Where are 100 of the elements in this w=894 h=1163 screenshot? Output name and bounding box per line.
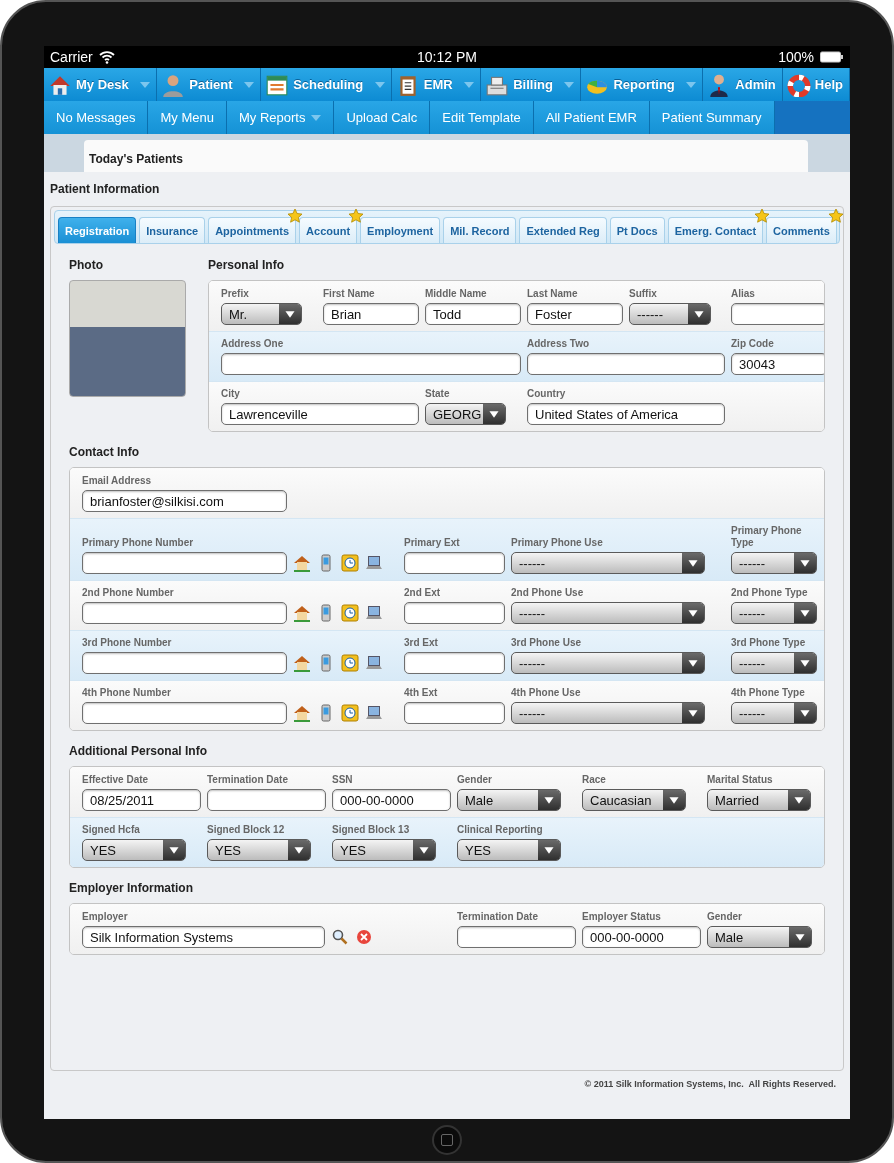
field-label: 2nd Phone Type	[731, 587, 809, 599]
input-field[interactable]: 08/25/2011	[82, 789, 201, 811]
clock-icon	[341, 554, 359, 572]
input-field[interactable]	[527, 353, 725, 375]
wifi-icon	[98, 49, 115, 65]
dropdown[interactable]: Male	[457, 789, 561, 811]
tab[interactable]: Emerg. Contact	[667, 217, 764, 243]
caret-icon	[663, 790, 685, 810]
lifebuoy-icon	[786, 72, 811, 97]
dropdown[interactable]: ------	[731, 652, 817, 674]
input-field[interactable]: Foster	[527, 303, 623, 325]
input-field[interactable]	[82, 552, 287, 574]
section-title: Personal Info	[208, 258, 285, 272]
dropdown[interactable]: Mr.	[221, 303, 302, 325]
dropdown[interactable]: ------	[511, 602, 705, 624]
field-label: 2nd Phone Number	[82, 587, 175, 599]
input-field[interactable]: 000-00-0000	[582, 926, 701, 948]
input-field[interactable]	[82, 652, 287, 674]
tab[interactable]: Extended Reg	[519, 217, 607, 243]
field-label: Termination Date	[457, 911, 539, 923]
input-field[interactable]: brianfoster@silkisi.com	[82, 490, 287, 512]
input-field[interactable]	[207, 789, 326, 811]
caret-icon	[163, 840, 185, 860]
input-field[interactable]	[82, 602, 287, 624]
input-field[interactable]: 000-00-0000	[332, 789, 451, 811]
menu-label: Billing	[513, 77, 554, 92]
caret-icon	[788, 790, 810, 810]
dropdown[interactable]: ------	[511, 702, 705, 724]
dropdown[interactable]: ------	[731, 702, 817, 724]
tab[interactable]: Account	[299, 217, 358, 243]
input-field[interactable]: Brian	[323, 303, 419, 325]
tab[interactable]: Comments	[766, 217, 837, 243]
clock-time: 10:12 PM	[417, 49, 477, 65]
caret-icon	[682, 703, 704, 723]
menu-label: My Desk	[76, 77, 130, 92]
field-label: Employer Status	[582, 911, 662, 923]
dropdown[interactable]: YES	[332, 839, 436, 861]
caret-icon	[140, 81, 151, 88]
dropdown[interactable]: ------	[511, 552, 705, 574]
field-label: Country	[527, 388, 567, 400]
dropdown[interactable]: Male	[707, 926, 812, 948]
dropdown[interactable]: Caucasian	[582, 789, 686, 811]
field-label: Zip Code	[731, 338, 775, 350]
section-title: Employer Information	[69, 881, 194, 895]
laptop-icon	[365, 704, 383, 722]
dropdown[interactable]: Married	[707, 789, 811, 811]
input-field[interactable]: United States of America	[527, 403, 725, 425]
field-label: Primary Ext	[404, 537, 461, 549]
menu-label: Patient	[189, 77, 234, 92]
copyright-text: © 2011 Silk Information Systems, Inc. All Rights Reserved.	[583, 1078, 837, 1089]
caret-icon	[374, 81, 385, 88]
input-field[interactable]	[457, 926, 576, 948]
tab[interactable]: Insurance	[139, 217, 206, 243]
menu-label: Help	[814, 77, 843, 92]
todays-patients-tab[interactable]: Today's Patients	[84, 140, 808, 172]
tab[interactable]: Mil. Record	[443, 217, 517, 243]
field-label: 4th Phone Type	[731, 687, 806, 699]
input-field[interactable]	[731, 303, 824, 325]
carrier-label: Carrier	[50, 49, 93, 65]
house-icon	[293, 654, 311, 672]
field-label: 4th Phone Number	[82, 687, 172, 699]
home-button[interactable]	[432, 1125, 462, 1155]
input-field[interactable]	[221, 353, 521, 375]
tab[interactable]: Pt Docs	[609, 217, 665, 243]
dropdown[interactable]: YES	[207, 839, 311, 861]
field-label: 4th Phone Use	[511, 687, 582, 699]
field-label: Last Name	[527, 288, 579, 300]
input-field[interactable]	[404, 602, 505, 624]
dropdown[interactable]: ------	[629, 303, 711, 325]
field-label: SSN	[332, 774, 354, 786]
field-label: Effective Date	[82, 774, 150, 786]
input-field[interactable]	[82, 702, 287, 724]
input-field[interactable]	[404, 652, 505, 674]
field-label: Race	[582, 774, 607, 786]
caret-icon	[682, 603, 704, 623]
field-label: City	[221, 388, 241, 400]
caret-icon	[538, 840, 560, 860]
dropdown[interactable]: ------	[511, 652, 705, 674]
dropdown[interactable]: YES	[457, 839, 561, 861]
dropdown[interactable]: ------	[731, 602, 817, 624]
caret-icon	[794, 703, 816, 723]
input-field[interactable]: Silk Information Systems	[82, 926, 325, 948]
caret-icon	[244, 81, 255, 88]
caret-icon	[686, 81, 697, 88]
input-field[interactable]: Todd	[425, 303, 521, 325]
section-title: Additional Personal Info	[69, 744, 208, 758]
dropdown[interactable]: ------	[731, 552, 817, 574]
input-field[interactable]	[404, 552, 505, 574]
caret-icon	[279, 304, 301, 324]
dropdown[interactable]: GEORG	[425, 403, 506, 425]
input-field[interactable]: Lawrenceville	[221, 403, 419, 425]
field-label: Primary Phone Number	[82, 537, 195, 549]
caret-icon	[538, 790, 560, 810]
person-icon	[161, 72, 186, 97]
field-label: Marital Status	[707, 774, 774, 786]
input-field[interactable]	[404, 702, 505, 724]
tab[interactable]: Employment	[360, 217, 441, 243]
input-field[interactable]: 30043	[731, 353, 824, 375]
tab[interactable]: Appointments	[208, 217, 297, 243]
dropdown[interactable]: YES	[82, 839, 186, 861]
